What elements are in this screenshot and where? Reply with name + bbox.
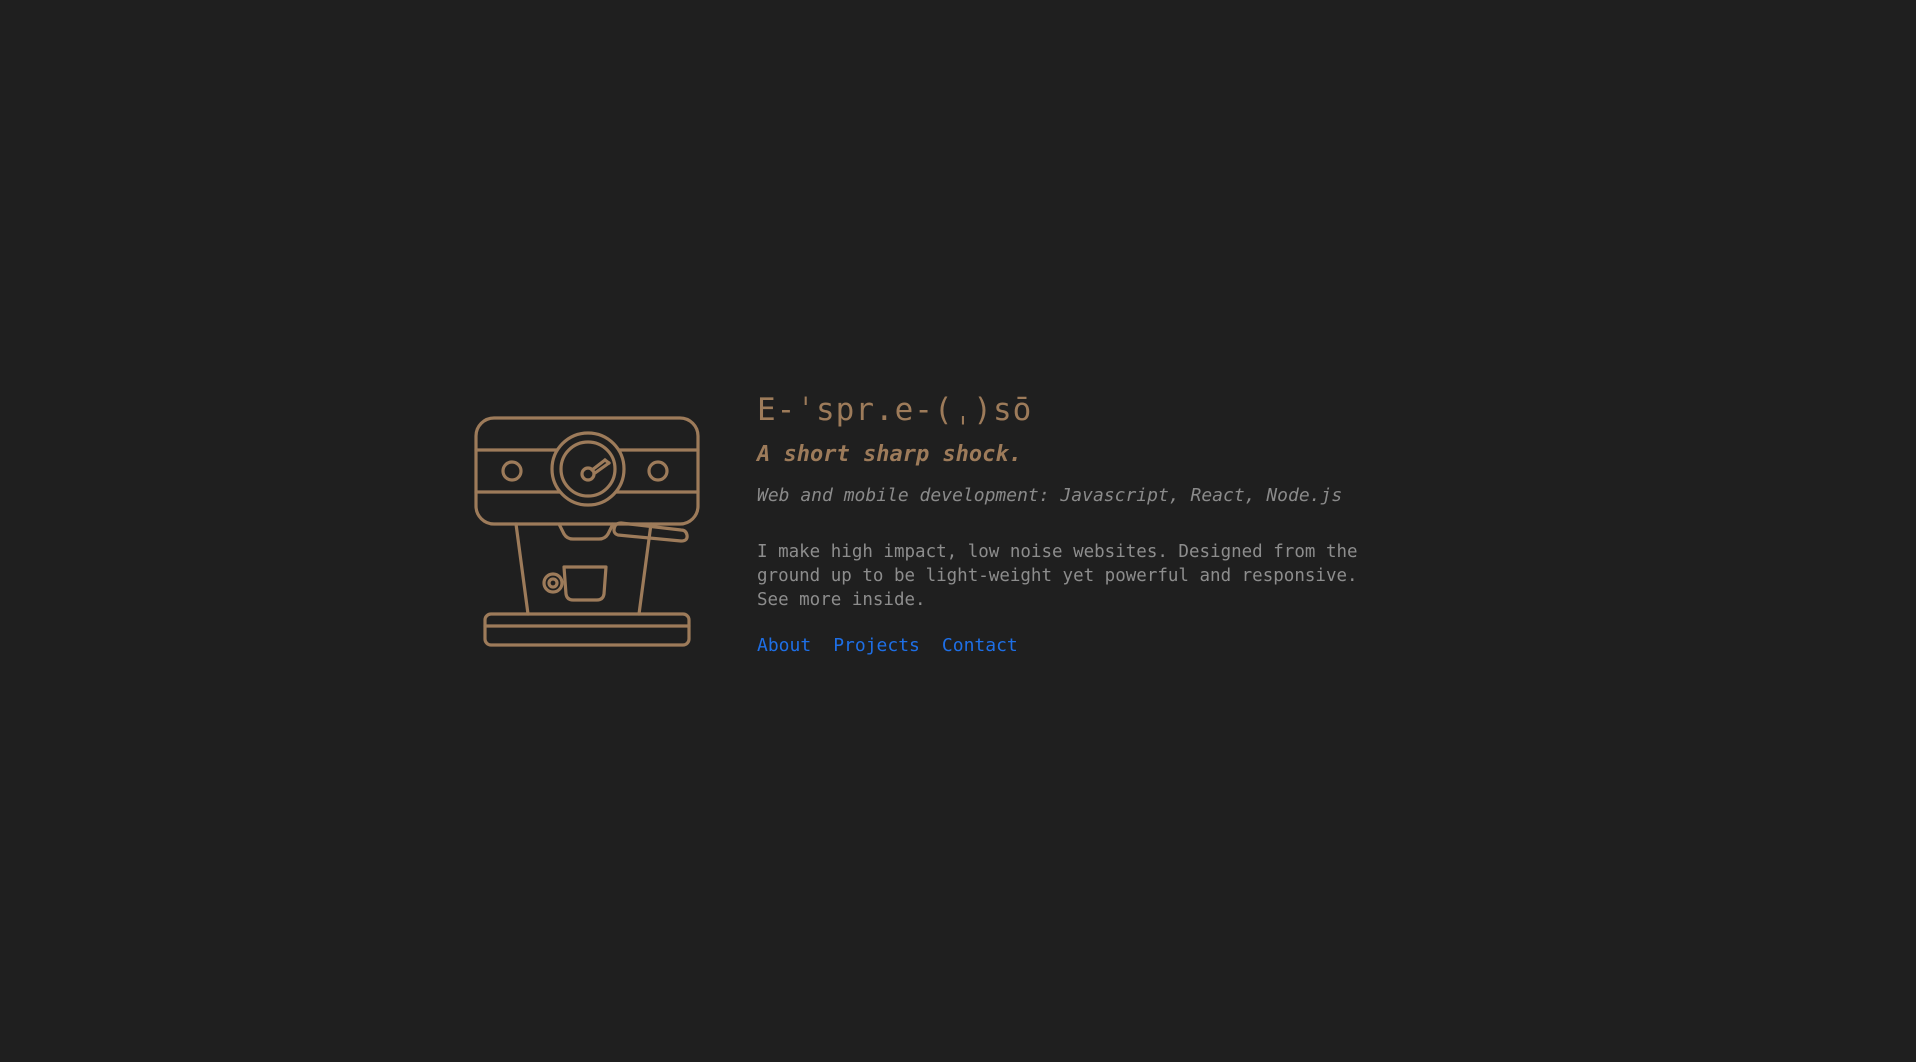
intro-content: E-ˈspr.e-(ˌ)sō A short sharp shock. Web …	[757, 390, 1417, 658]
espresso-machine-icon	[471, 413, 705, 675]
nav-link-contact[interactable]: Contact	[942, 634, 1018, 658]
nav-link-projects[interactable]: Projects	[833, 634, 920, 658]
hero: E-ˈspr.e-(ˌ)sō A short sharp shock. Web …	[471, 390, 1417, 675]
intro-description: I make high impact, low noise websites. …	[757, 542, 1358, 610]
services-subtitle: Web and mobile development: Javascript, …	[757, 485, 1343, 506]
tagline: A short sharp shock.	[757, 442, 1022, 467]
site-title: E-ˈspr.e-(ˌ)sō	[757, 392, 1033, 428]
nav-link-about[interactable]: About	[757, 634, 811, 658]
main-nav: About Projects Contact	[757, 634, 1417, 658]
